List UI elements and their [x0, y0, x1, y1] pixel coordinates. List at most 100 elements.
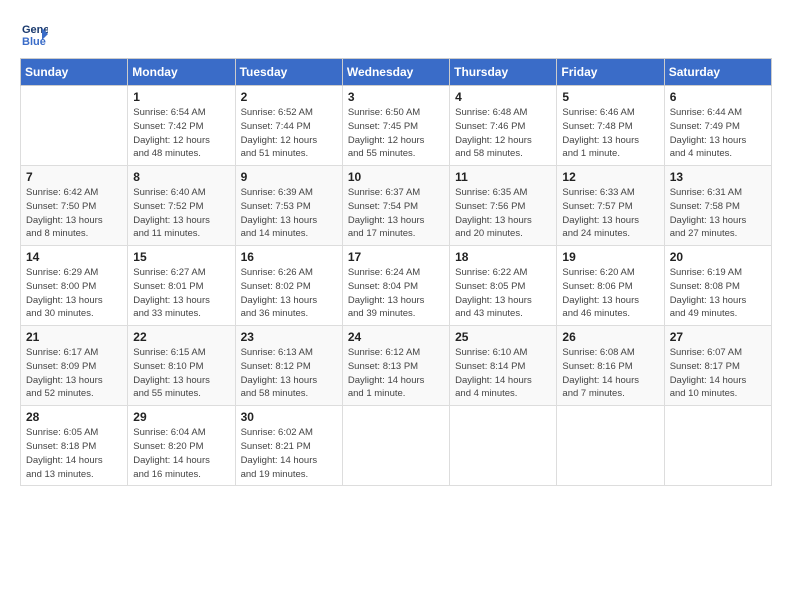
- calendar-cell: 28 Sunrise: 6:05 AM Sunset: 8:18 PM Dayli…: [21, 406, 128, 486]
- day-number: 28: [26, 410, 122, 424]
- day-info: Sunrise: 6:17 AM Sunset: 8:09 PM Dayligh…: [26, 346, 122, 401]
- calendar-cell: 22 Sunrise: 6:15 AM Sunset: 8:10 PM Dayli…: [128, 326, 235, 406]
- day-number: 1: [133, 90, 229, 104]
- calendar-cell: 14 Sunrise: 6:29 AM Sunset: 8:00 PM Dayli…: [21, 246, 128, 326]
- day-number: 13: [670, 170, 766, 184]
- day-number: 18: [455, 250, 551, 264]
- day-number: 25: [455, 330, 551, 344]
- calendar-cell: 16 Sunrise: 6:26 AM Sunset: 8:02 PM Dayli…: [235, 246, 342, 326]
- calendar-cell: 3Sunrise: 6:50 AM Sunset: 7:45 PM Daylig…: [342, 86, 449, 166]
- day-number: 2: [241, 90, 337, 104]
- day-number: 9: [241, 170, 337, 184]
- calendar-week-row: 7Sunrise: 6:42 AM Sunset: 7:50 PM Daylig…: [21, 166, 772, 246]
- calendar-cell: [450, 406, 557, 486]
- calendar-cell: 13 Sunrise: 6:31 AM Sunset: 7:58 PM Dayli…: [664, 166, 771, 246]
- calendar-week-row: 28 Sunrise: 6:05 AM Sunset: 8:18 PM Dayli…: [21, 406, 772, 486]
- day-number: 8: [133, 170, 229, 184]
- day-number: 16: [241, 250, 337, 264]
- day-number: 17: [348, 250, 444, 264]
- day-number: 10: [348, 170, 444, 184]
- day-info: Sunrise: 6:40 AM Sunset: 7:52 PM Dayligh…: [133, 186, 229, 241]
- calendar-cell: [664, 406, 771, 486]
- calendar-cell: 30 Sunrise: 6:02 AM Sunset: 8:21 PM Dayli…: [235, 406, 342, 486]
- day-number: 22: [133, 330, 229, 344]
- page-header: General Blue: [20, 20, 772, 48]
- weekday-header-tuesday: Tuesday: [235, 59, 342, 86]
- calendar-cell: 8 Sunrise: 6:40 AM Sunset: 7:52 PM Daylig…: [128, 166, 235, 246]
- calendar-cell: 6 Sunrise: 6:44 AM Sunset: 7:49 PM Daylig…: [664, 86, 771, 166]
- calendar-cell: 26 Sunrise: 6:08 AM Sunset: 8:16 PM Dayli…: [557, 326, 664, 406]
- day-info: Sunrise: 6:20 AM Sunset: 8:06 PM Dayligh…: [562, 266, 658, 321]
- calendar-week-row: 21Sunrise: 6:17 AM Sunset: 8:09 PM Dayli…: [21, 326, 772, 406]
- calendar-cell: 2Sunrise: 6:52 AM Sunset: 7:44 PM Daylig…: [235, 86, 342, 166]
- day-info: Sunrise: 6:33 AM Sunset: 7:57 PM Dayligh…: [562, 186, 658, 241]
- calendar-cell: 9 Sunrise: 6:39 AM Sunset: 7:53 PM Daylig…: [235, 166, 342, 246]
- calendar-table: SundayMondayTuesdayWednesdayThursdayFrid…: [20, 58, 772, 486]
- day-info: Sunrise: 6:05 AM Sunset: 8:18 PM Dayligh…: [26, 426, 122, 481]
- calendar-cell: 7Sunrise: 6:42 AM Sunset: 7:50 PM Daylig…: [21, 166, 128, 246]
- calendar-week-row: 1 Sunrise: 6:54 AM Sunset: 7:42 PM Daylig…: [21, 86, 772, 166]
- day-info: Sunrise: 6:44 AM Sunset: 7:49 PM Dayligh…: [670, 106, 766, 161]
- day-info: Sunrise: 6:26 AM Sunset: 8:02 PM Dayligh…: [241, 266, 337, 321]
- calendar-cell: 18 Sunrise: 6:22 AM Sunset: 8:05 PM Dayli…: [450, 246, 557, 326]
- logo-icon: General Blue: [20, 20, 48, 48]
- weekday-header-wednesday: Wednesday: [342, 59, 449, 86]
- day-info: Sunrise: 6:08 AM Sunset: 8:16 PM Dayligh…: [562, 346, 658, 401]
- calendar-cell: 23 Sunrise: 6:13 AM Sunset: 8:12 PM Dayli…: [235, 326, 342, 406]
- day-number: 19: [562, 250, 658, 264]
- day-info: Sunrise: 6:22 AM Sunset: 8:05 PM Dayligh…: [455, 266, 551, 321]
- day-number: 30: [241, 410, 337, 424]
- day-number: 11: [455, 170, 551, 184]
- day-info: Sunrise: 6:29 AM Sunset: 8:00 PM Dayligh…: [26, 266, 122, 321]
- day-info: Sunrise: 6:02 AM Sunset: 8:21 PM Dayligh…: [241, 426, 337, 481]
- calendar-cell: 21Sunrise: 6:17 AM Sunset: 8:09 PM Dayli…: [21, 326, 128, 406]
- day-number: 5: [562, 90, 658, 104]
- day-info: Sunrise: 6:15 AM Sunset: 8:10 PM Dayligh…: [133, 346, 229, 401]
- calendar-week-row: 14 Sunrise: 6:29 AM Sunset: 8:00 PM Dayli…: [21, 246, 772, 326]
- calendar-cell: 27Sunrise: 6:07 AM Sunset: 8:17 PM Dayli…: [664, 326, 771, 406]
- day-info: Sunrise: 6:46 AM Sunset: 7:48 PM Dayligh…: [562, 106, 658, 161]
- calendar-cell: 24 Sunrise: 6:12 AM Sunset: 8:13 PM Dayli…: [342, 326, 449, 406]
- day-info: Sunrise: 6:04 AM Sunset: 8:20 PM Dayligh…: [133, 426, 229, 481]
- day-number: 14: [26, 250, 122, 264]
- day-info: Sunrise: 6:42 AM Sunset: 7:50 PM Dayligh…: [26, 186, 122, 241]
- day-info: Sunrise: 6:31 AM Sunset: 7:58 PM Dayligh…: [670, 186, 766, 241]
- calendar-cell: [342, 406, 449, 486]
- day-number: 29: [133, 410, 229, 424]
- weekday-header-friday: Friday: [557, 59, 664, 86]
- calendar-cell: 10 Sunrise: 6:37 AM Sunset: 7:54 PM Dayli…: [342, 166, 449, 246]
- calendar-cell: 20 Sunrise: 6:19 AM Sunset: 8:08 PM Dayli…: [664, 246, 771, 326]
- day-info: Sunrise: 6:37 AM Sunset: 7:54 PM Dayligh…: [348, 186, 444, 241]
- calendar-cell: 17Sunrise: 6:24 AM Sunset: 8:04 PM Dayli…: [342, 246, 449, 326]
- day-info: Sunrise: 6:10 AM Sunset: 8:14 PM Dayligh…: [455, 346, 551, 401]
- day-number: 23: [241, 330, 337, 344]
- day-info: Sunrise: 6:07 AM Sunset: 8:17 PM Dayligh…: [670, 346, 766, 401]
- calendar-cell: 12 Sunrise: 6:33 AM Sunset: 7:57 PM Dayli…: [557, 166, 664, 246]
- weekday-header-row: SundayMondayTuesdayWednesdayThursdayFrid…: [21, 59, 772, 86]
- calendar-cell: [557, 406, 664, 486]
- calendar-cell: 19 Sunrise: 6:20 AM Sunset: 8:06 PM Dayli…: [557, 246, 664, 326]
- day-number: 26: [562, 330, 658, 344]
- weekday-header-saturday: Saturday: [664, 59, 771, 86]
- weekday-header-thursday: Thursday: [450, 59, 557, 86]
- day-info: Sunrise: 6:54 AM Sunset: 7:42 PM Dayligh…: [133, 106, 229, 161]
- weekday-header-monday: Monday: [128, 59, 235, 86]
- calendar-cell: [21, 86, 128, 166]
- day-number: 24: [348, 330, 444, 344]
- day-info: Sunrise: 6:13 AM Sunset: 8:12 PM Dayligh…: [241, 346, 337, 401]
- calendar-cell: 1 Sunrise: 6:54 AM Sunset: 7:42 PM Daylig…: [128, 86, 235, 166]
- calendar-cell: 11Sunrise: 6:35 AM Sunset: 7:56 PM Dayli…: [450, 166, 557, 246]
- day-number: 15: [133, 250, 229, 264]
- day-info: Sunrise: 6:48 AM Sunset: 7:46 PM Dayligh…: [455, 106, 551, 161]
- day-info: Sunrise: 6:19 AM Sunset: 8:08 PM Dayligh…: [670, 266, 766, 321]
- day-number: 20: [670, 250, 766, 264]
- calendar-cell: 4 Sunrise: 6:48 AM Sunset: 7:46 PM Daylig…: [450, 86, 557, 166]
- day-number: 4: [455, 90, 551, 104]
- day-info: Sunrise: 6:27 AM Sunset: 8:01 PM Dayligh…: [133, 266, 229, 321]
- day-number: 12: [562, 170, 658, 184]
- day-info: Sunrise: 6:12 AM Sunset: 8:13 PM Dayligh…: [348, 346, 444, 401]
- calendar-cell: 29 Sunrise: 6:04 AM Sunset: 8:20 PM Dayli…: [128, 406, 235, 486]
- calendar-cell: 5 Sunrise: 6:46 AM Sunset: 7:48 PM Daylig…: [557, 86, 664, 166]
- day-number: 6: [670, 90, 766, 104]
- day-info: Sunrise: 6:39 AM Sunset: 7:53 PM Dayligh…: [241, 186, 337, 241]
